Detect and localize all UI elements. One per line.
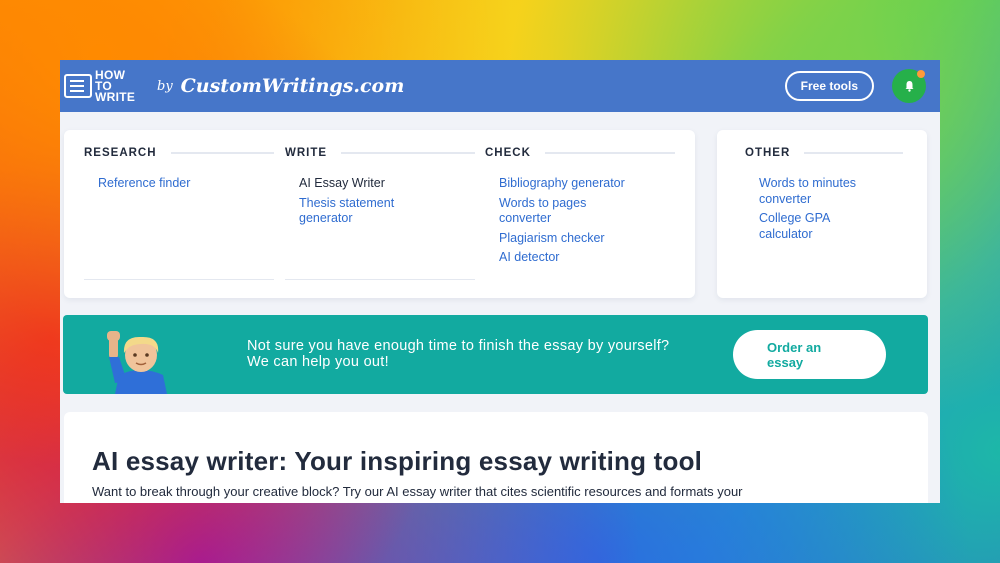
menu-item-words-to-pages-converter[interactable]: Words to pages converter bbox=[499, 196, 614, 227]
divider bbox=[341, 152, 475, 154]
order-button-label-2: essay bbox=[767, 354, 804, 370]
menu-column-write: WRITE AI Essay Writer Thesis statement g… bbox=[285, 147, 475, 231]
waving-person-icon bbox=[107, 331, 167, 394]
logo-howto-text: HOW to WRITE bbox=[95, 67, 136, 104]
menu-item-ai-essay-writer[interactable]: AI Essay Writer bbox=[299, 176, 475, 192]
menu-item-plagiarism-checker[interactable]: Plagiarism checker bbox=[499, 231, 675, 247]
menu-heading-other: OTHER bbox=[745, 147, 791, 159]
menu-heading-write: WRITE bbox=[285, 147, 328, 159]
menu-item-bibliography-generator[interactable]: Bibliography generator bbox=[499, 176, 675, 192]
free-tools-button[interactable]: Free tools bbox=[784, 71, 874, 101]
notification-button[interactable] bbox=[892, 69, 926, 103]
logo-mark: HOW to WRITE bbox=[64, 67, 143, 104]
order-button-label-1: Order an bbox=[767, 339, 822, 355]
banner-line-1: Not sure you have enough time to finish … bbox=[247, 338, 670, 354]
menu-column-other: OTHER Words to minutes converter College… bbox=[745, 147, 903, 246]
intro-paragraph: Want to break through your creative bloc… bbox=[92, 484, 743, 499]
banner-line-2: We can help you out! bbox=[247, 353, 389, 370]
divider bbox=[804, 152, 903, 154]
menu-item-college-gpa-calculator[interactable]: College GPA calculator bbox=[759, 211, 869, 242]
bell-icon bbox=[905, 81, 913, 92]
browser-window: HOW to WRITE by CustomWritings.com Free … bbox=[60, 60, 940, 503]
order-essay-button[interactable]: Order an essay bbox=[733, 330, 886, 379]
divider bbox=[170, 152, 274, 154]
menu-item-reference-finder[interactable]: Reference finder bbox=[98, 176, 274, 192]
page-title: AI essay writer: Your inspiring essay wr… bbox=[92, 446, 703, 476]
notification-dot bbox=[917, 70, 925, 78]
menu-column-check: CHECK Bibliography generator Words to pa… bbox=[485, 147, 675, 270]
menu-item-ai-detector[interactable]: AI detector bbox=[499, 250, 675, 266]
article-content: AI essay writer: Your inspiring essay wr… bbox=[64, 412, 928, 503]
site-logo[interactable]: HOW to WRITE by CustomWritings.com bbox=[64, 67, 405, 104]
divider bbox=[544, 152, 675, 154]
divider bbox=[285, 279, 475, 280]
menu-item-thesis-statement-generator[interactable]: Thesis statement generator bbox=[299, 196, 429, 227]
free-tools-menu: RESEARCH Reference finder WRITE AI Essay… bbox=[60, 112, 940, 312]
menu-heading-research: RESEARCH bbox=[84, 147, 157, 159]
logo-by-text: by bbox=[157, 78, 173, 94]
tools-menu-card: RESEARCH Reference finder WRITE AI Essay… bbox=[64, 130, 695, 298]
order-essay-banner: Not sure you have enough time to finish … bbox=[63, 315, 928, 394]
menu-item-words-to-minutes-converter[interactable]: Words to minutes converter bbox=[759, 176, 884, 207]
logo-brand-text: CustomWritings.com bbox=[180, 75, 405, 97]
menu-column-research: RESEARCH Reference finder bbox=[84, 147, 274, 196]
banner-message: Not sure you have enough time to finish … bbox=[247, 338, 670, 370]
divider bbox=[84, 279, 274, 280]
menu-heading-check: CHECK bbox=[485, 147, 531, 159]
book-icon bbox=[64, 74, 92, 98]
other-tools-card: OTHER Words to minutes converter College… bbox=[717, 130, 927, 298]
top-nav-bar: HOW to WRITE by CustomWritings.com Free … bbox=[60, 60, 940, 112]
